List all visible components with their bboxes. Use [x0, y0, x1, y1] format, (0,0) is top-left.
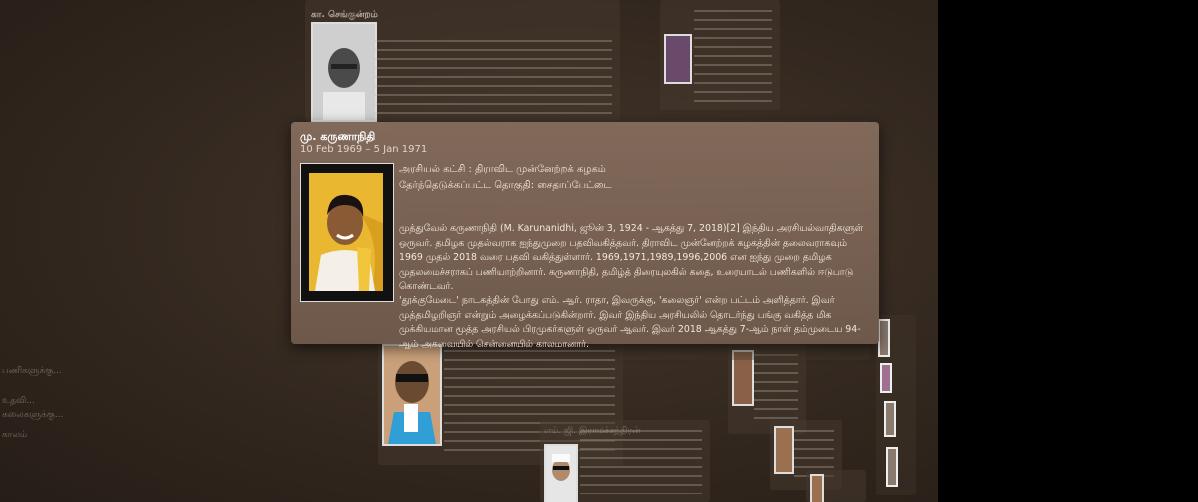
bg-card-top-right[interactable] — [660, 0, 780, 110]
bg-portrait-icon — [810, 474, 824, 502]
tooltip-term: 10 Feb 1969 – 5 Jan 1971 — [300, 144, 428, 155]
bg-portrait-icon — [774, 426, 794, 474]
bg-thumb-icon — [884, 401, 896, 437]
bg-thumb-icon — [886, 447, 898, 487]
tooltip-name: மு. கருணாநிதி — [300, 130, 376, 143]
bg-portrait-icon — [544, 444, 578, 502]
bg-portrait-icon — [664, 34, 692, 84]
tooltip-portrait — [300, 163, 394, 302]
timeline-canvas[interactable]: பணிகளுக்கு... உதவி... கலைகளுக்கு... காலம… — [0, 0, 938, 502]
bg-thumb-icon — [878, 319, 890, 357]
tooltip-bio-paragraph-1: முத்துவேல் கருணாநிதி (M. Karunanidhi, ஜூ… — [399, 223, 864, 292]
bg-portrait-icon — [382, 344, 442, 446]
tooltip-constituency: தேர்ந்தெடுக்கப்பட்ட தொகுதி: சைதாப்பேட்டை — [399, 180, 612, 191]
bg-portrait-icon — [311, 22, 377, 122]
bg-text-3: கலைகளுக்கு... — [2, 410, 64, 420]
bg-text-1: பணிகளுக்கு... — [2, 366, 62, 376]
bg-text-2: உதவி... — [2, 396, 35, 406]
tooltip-bio-paragraph-2: 'தூக்குமேடை' நாடகத்தின் போது எம். ஆர். ர… — [399, 295, 861, 350]
bg-card-right-3[interactable] — [806, 470, 866, 502]
tooltip-party: அரசியல் கட்சி : திராவிட முன்னேற்றக் கழகம… — [399, 164, 606, 175]
person-portrait-icon — [309, 173, 383, 291]
bg-card-heading: கா. செங்குன்றம் — [311, 10, 378, 20]
bg-card-bottom-center[interactable]: எம். ஜி. இராமச்சந்திரன் — [540, 420, 710, 502]
bg-thumb-icon — [880, 363, 892, 393]
bg-card-top[interactable]: கா. செங்குன்றம் — [305, 0, 620, 122]
bg-card-far-right[interactable] — [876, 315, 916, 495]
outer-blank-area — [938, 0, 1198, 502]
ruler-tooltip: மு. கருணாநிதி 10 Feb 1969 – 5 Jan 1971 அ… — [291, 122, 879, 350]
bg-text-4: காலம் — [2, 430, 28, 440]
